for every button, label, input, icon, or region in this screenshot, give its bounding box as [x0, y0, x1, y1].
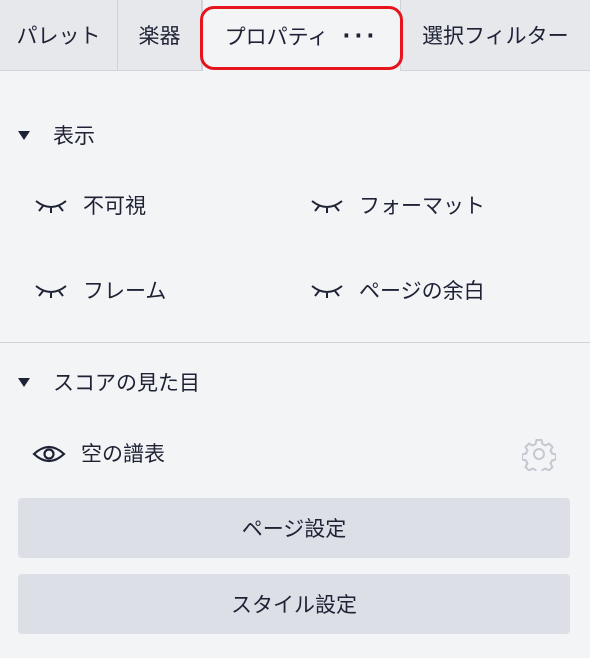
toggle-empty-staves[interactable]: 空の譜表	[32, 438, 165, 468]
page-settings-button[interactable]: ページ設定	[18, 498, 570, 558]
section-divider	[0, 342, 590, 343]
panel-tab-bar: パレット 楽器 プロパティ ··· 選択フィルター	[0, 0, 590, 71]
eye-closed-icon[interactable]	[34, 195, 68, 215]
style-settings-button-label: スタイル設定	[231, 593, 357, 617]
more-options-icon[interactable]: ···	[342, 24, 378, 48]
toggle-frames[interactable]: フレーム	[34, 275, 166, 305]
tab-properties[interactable]: プロパティ ···	[202, 0, 401, 71]
page-margins-label: ページの余白	[359, 279, 485, 303]
toggle-page-margins[interactable]: ページの余白	[310, 275, 485, 305]
collapse-caret-icon	[18, 131, 30, 140]
eye-open-icon[interactable]	[32, 443, 66, 463]
tab-palette[interactable]: パレット	[0, 0, 118, 70]
score-appearance-section-header[interactable]: スコアの見た目	[0, 367, 590, 397]
formatting-label: フォーマット	[359, 194, 485, 218]
tab-instruments[interactable]: 楽器	[118, 0, 202, 70]
display-section-title: 表示	[53, 124, 95, 148]
toggle-invisible[interactable]: 不可視	[34, 190, 146, 220]
tab-palette-label: パレット	[16, 24, 101, 48]
tab-selection-filter-label: 選択フィルター	[422, 24, 569, 48]
tab-instruments-label: 楽器	[138, 24, 181, 48]
eye-closed-icon[interactable]	[310, 280, 344, 300]
tab-properties-label: プロパティ	[224, 24, 329, 49]
empty-staves-label: 空の譜表	[81, 442, 165, 466]
invisible-label: 不可視	[83, 194, 146, 218]
page-settings-button-label: ページ設定	[241, 517, 347, 541]
score-appearance-section-title: スコアの見た目	[53, 371, 200, 395]
collapse-caret-icon	[18, 378, 30, 387]
toggle-formatting[interactable]: フォーマット	[310, 190, 485, 220]
display-section-header[interactable]: 表示	[0, 120, 590, 150]
tab-selection-filter[interactable]: 選択フィルター	[401, 0, 590, 70]
gear-icon[interactable]	[521, 437, 557, 475]
eye-closed-icon[interactable]	[34, 280, 68, 300]
frames-label: フレーム	[83, 279, 167, 303]
style-settings-button[interactable]: スタイル設定	[18, 574, 570, 634]
eye-closed-icon[interactable]	[310, 195, 344, 215]
